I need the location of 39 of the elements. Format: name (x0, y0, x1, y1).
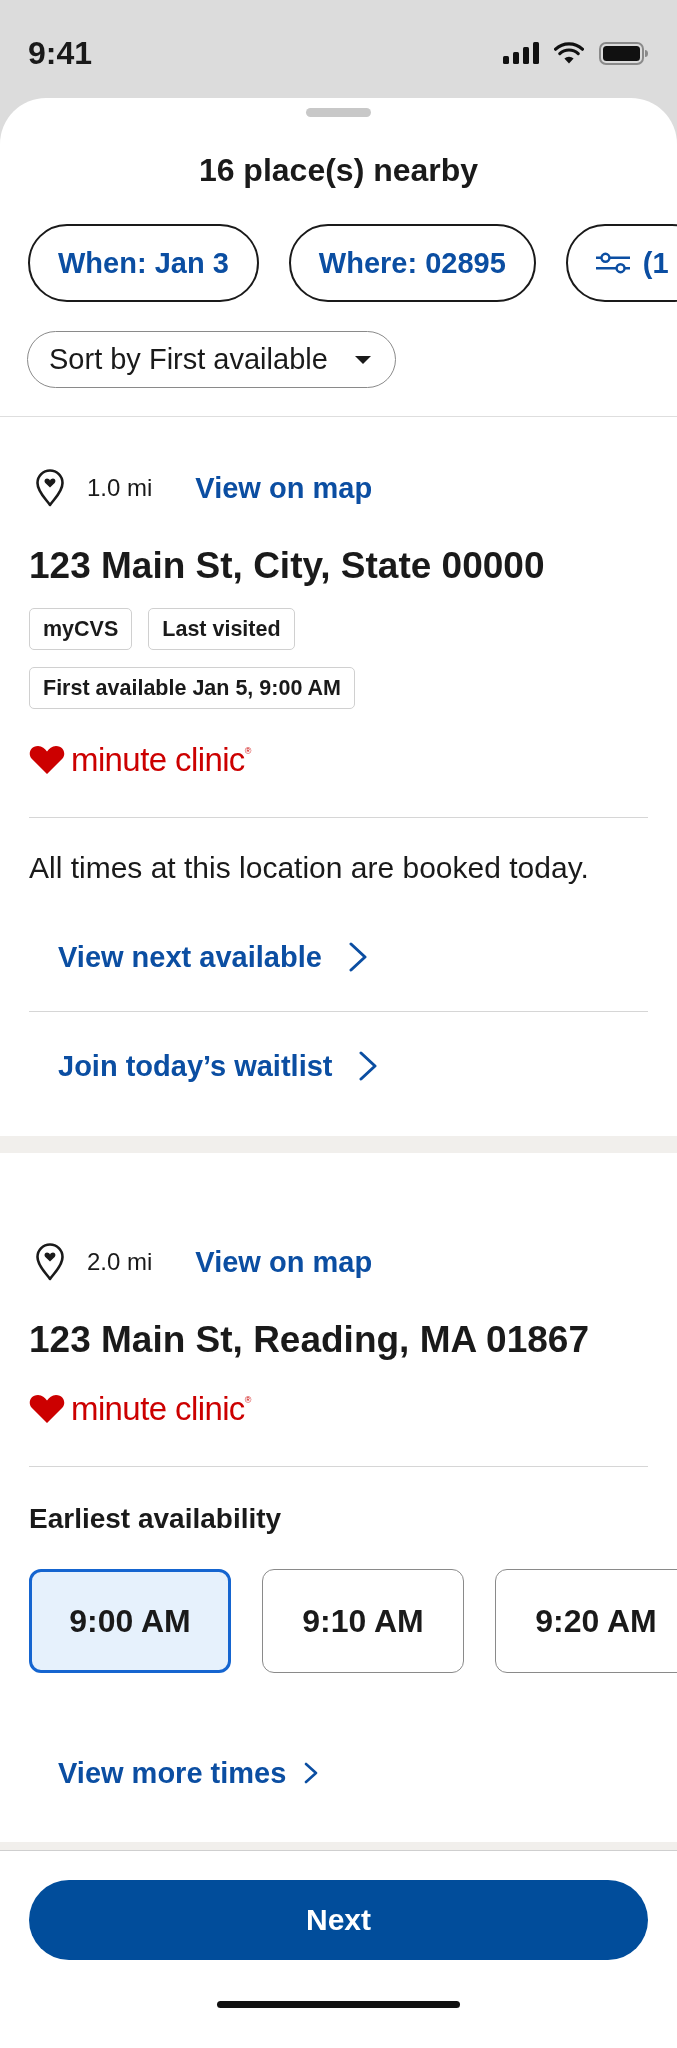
action-link[interactable]: View next available (58, 940, 368, 974)
distance-text: 1.0 mi (87, 474, 153, 502)
address-title: 123 Main St, City, State 00000 (29, 545, 546, 587)
time-slot-button[interactable]: 9:20 AM (495, 1569, 677, 1673)
tag-label: Last visited (148, 608, 295, 650)
location-pin-icon (35, 469, 65, 507)
more-times-link[interactable]: View more times (58, 1756, 319, 1790)
filter-chip[interactable]: When: Jan 3 (28, 224, 259, 302)
wifi-icon (554, 42, 584, 64)
booking-message: All times at this location are booked today. (29, 850, 590, 886)
signal-icon (503, 42, 539, 64)
chevron-right-icon (304, 1762, 319, 1784)
caret-down-icon (354, 355, 371, 364)
address-title: 123 Main St, Reading, MA 01867 (29, 1319, 590, 1361)
brand-wordmark: minute clinic$^{®}$ (71, 1394, 252, 1424)
action-link[interactable]: Join today’s waitlist (58, 1049, 379, 1083)
next-button[interactable]: Next (29, 1880, 648, 1960)
results-title: 16 place(s) nearby (197, 151, 480, 189)
brand-wordmark: minute clinic$^{®}$ (71, 745, 252, 775)
filter-chip[interactable]: Where: 02895 (288, 224, 536, 302)
availability-heading: Earliest availability (29, 1502, 283, 1536)
time-slot-button[interactable]: 9:00 AM (29, 1569, 231, 1673)
status-time: 9:41 (28, 35, 93, 71)
time-slot-button[interactable]: 9:10 AM (262, 1569, 464, 1673)
heart-icon (29, 1394, 65, 1424)
map-link[interactable]: View on map (195, 471, 373, 505)
filter-chip[interactable]: (1 (565, 224, 677, 302)
sliders-icon (595, 252, 630, 274)
tag-label: myCVS (29, 608, 133, 650)
chevron-right-icon (347, 942, 368, 972)
heart-icon (29, 745, 65, 775)
availability-tag: First available Jan 5, 9:00 AM (29, 667, 355, 709)
battery-icon (599, 41, 648, 65)
map-link[interactable]: View on map (195, 1245, 373, 1279)
distance-text: 2.0 mi (87, 1248, 153, 1276)
drag-handle[interactable] (306, 108, 371, 117)
sort-dropdown[interactable]: Sort by First available (27, 331, 396, 388)
location-pin-icon (35, 1243, 65, 1281)
chevron-right-icon (358, 1051, 379, 1081)
